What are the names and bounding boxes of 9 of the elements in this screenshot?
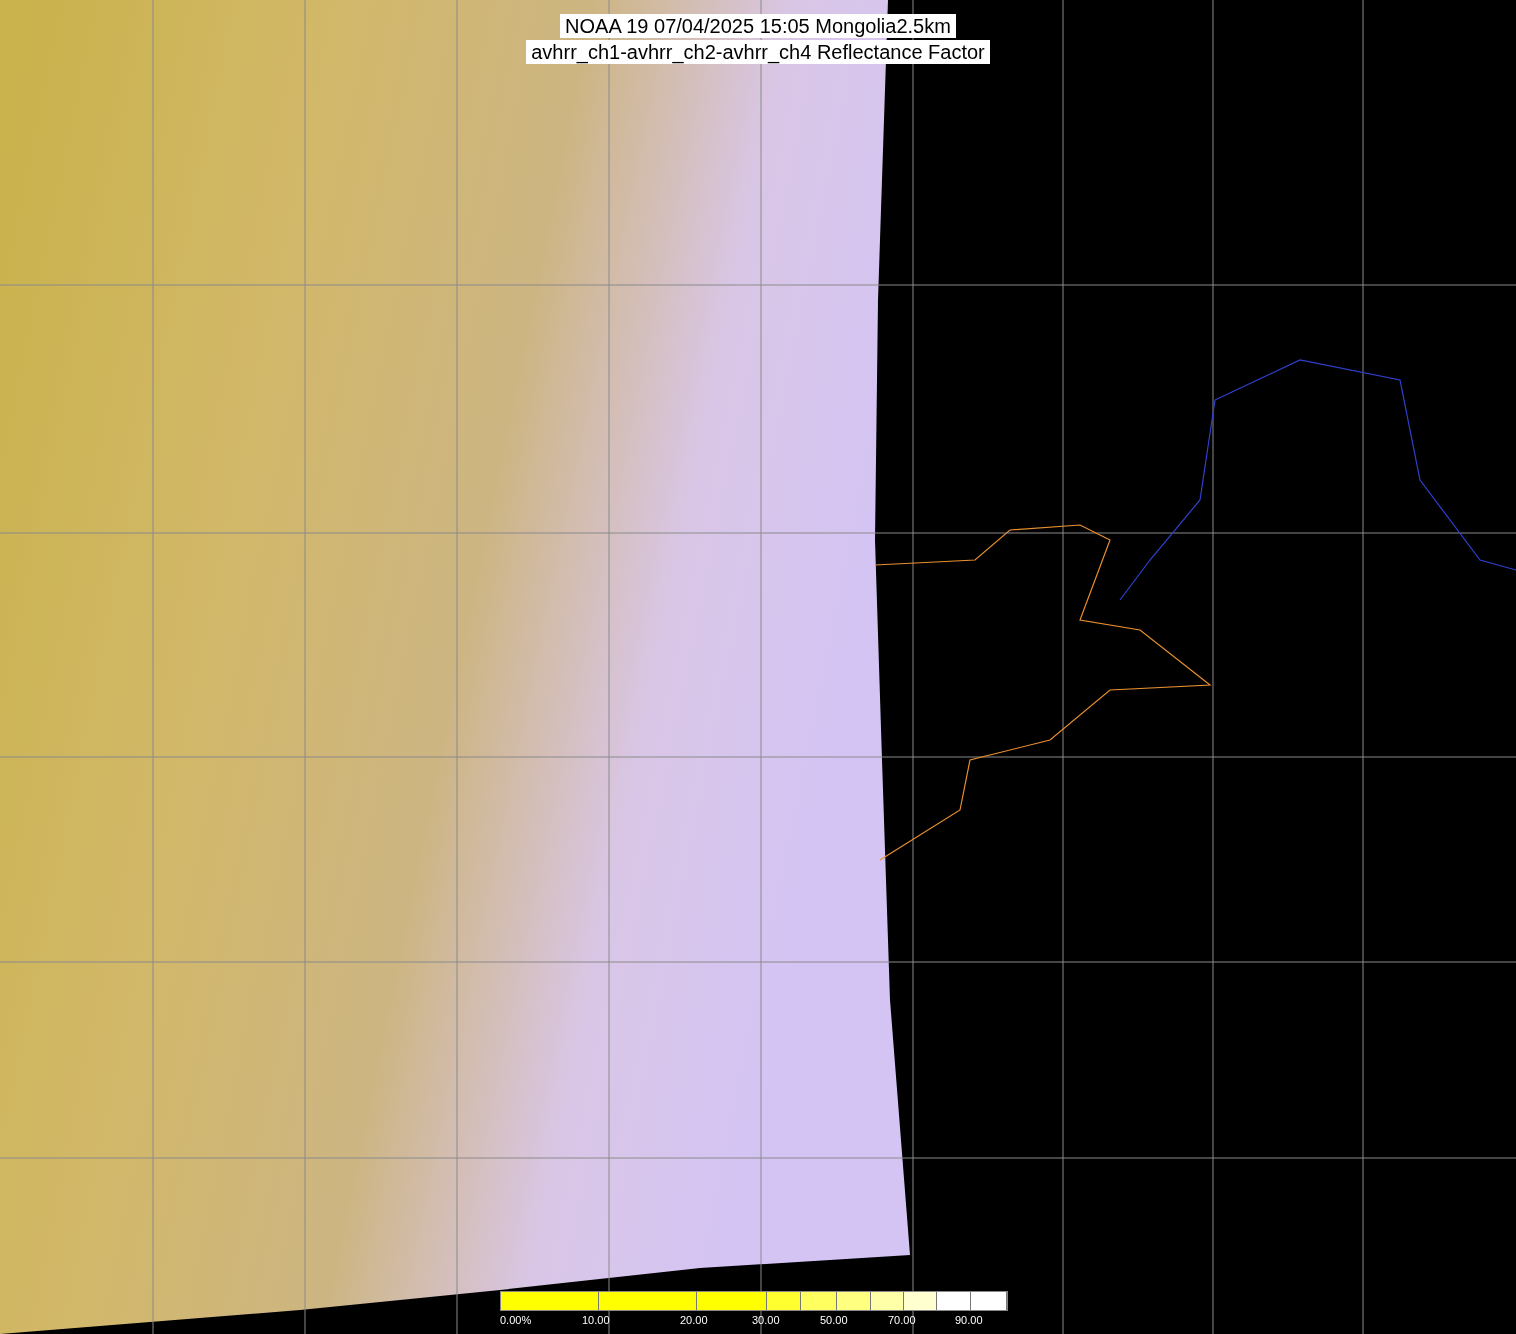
colorbar-tick-label: 0.00%: [500, 1314, 532, 1326]
colorbar-tick-label: 10.00: [582, 1314, 610, 1326]
map-title: NOAA 19 07/04/2025 15:05 Mongolia2.5km: [560, 14, 956, 38]
colorbar-tick-label: 50.00: [820, 1314, 848, 1326]
colorbar-tick-label: 90.00: [955, 1314, 983, 1326]
map-title: avhrr_ch1-avhrr_ch2-avhrr_ch4 Reflectance Factor: [526, 40, 990, 64]
colorbar-tick-label: 30.00: [752, 1314, 780, 1326]
colorbar-tick-label: 70.00: [888, 1314, 916, 1326]
colorbar-tick-label: 20.00: [680, 1314, 708, 1326]
